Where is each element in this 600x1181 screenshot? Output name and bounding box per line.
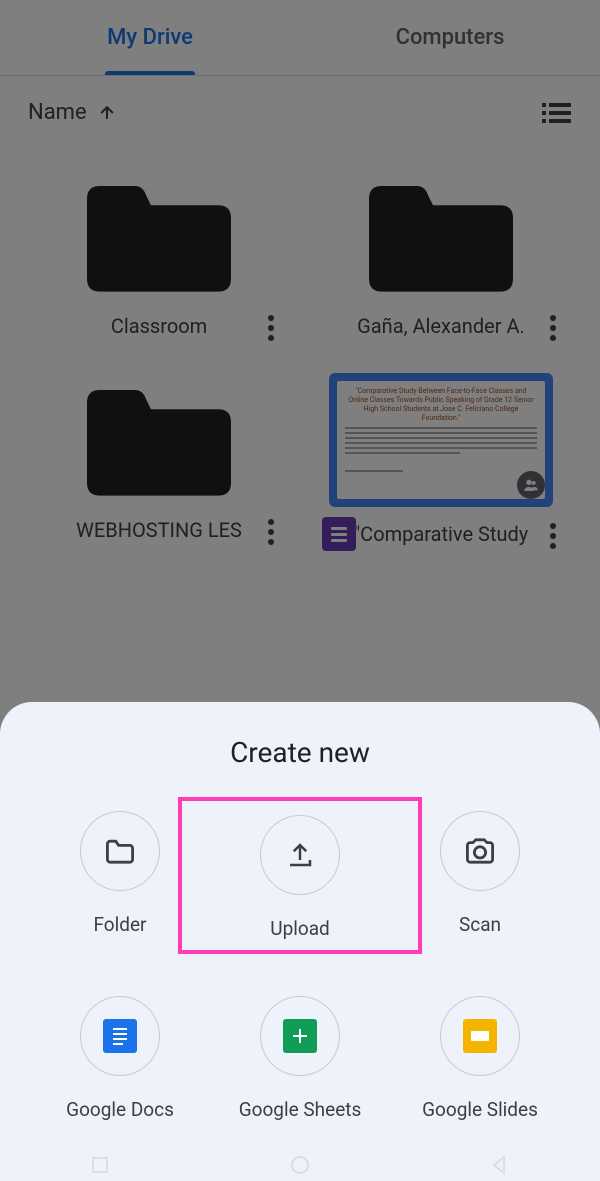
sheets-icon: [283, 1019, 317, 1053]
action-docs[interactable]: Google Docs: [30, 996, 210, 1121]
action-sheets[interactable]: Google Sheets: [210, 996, 390, 1121]
camera-icon: [463, 837, 497, 865]
action-label: Scan: [459, 913, 501, 936]
action-upload[interactable]: Upload: [178, 797, 422, 954]
action-label: Google Sheets: [239, 1098, 362, 1121]
sheet-title: Create new: [30, 736, 570, 769]
action-label: Google Docs: [66, 1098, 174, 1121]
slides-icon: [463, 1019, 497, 1053]
android-nav: [0, 1155, 600, 1175]
action-label: Upload: [270, 917, 330, 940]
folder-outline-icon: [103, 837, 137, 865]
docs-icon: [103, 1019, 137, 1053]
action-label: Folder: [94, 913, 147, 936]
upload-icon: [285, 840, 315, 870]
action-scan[interactable]: Scan: [390, 811, 570, 944]
action-label: Google Slides: [422, 1098, 538, 1121]
create-new-sheet: Create new Folder Upload Scan Google Doc…: [0, 702, 600, 1181]
action-slides[interactable]: Google Slides: [390, 996, 570, 1121]
